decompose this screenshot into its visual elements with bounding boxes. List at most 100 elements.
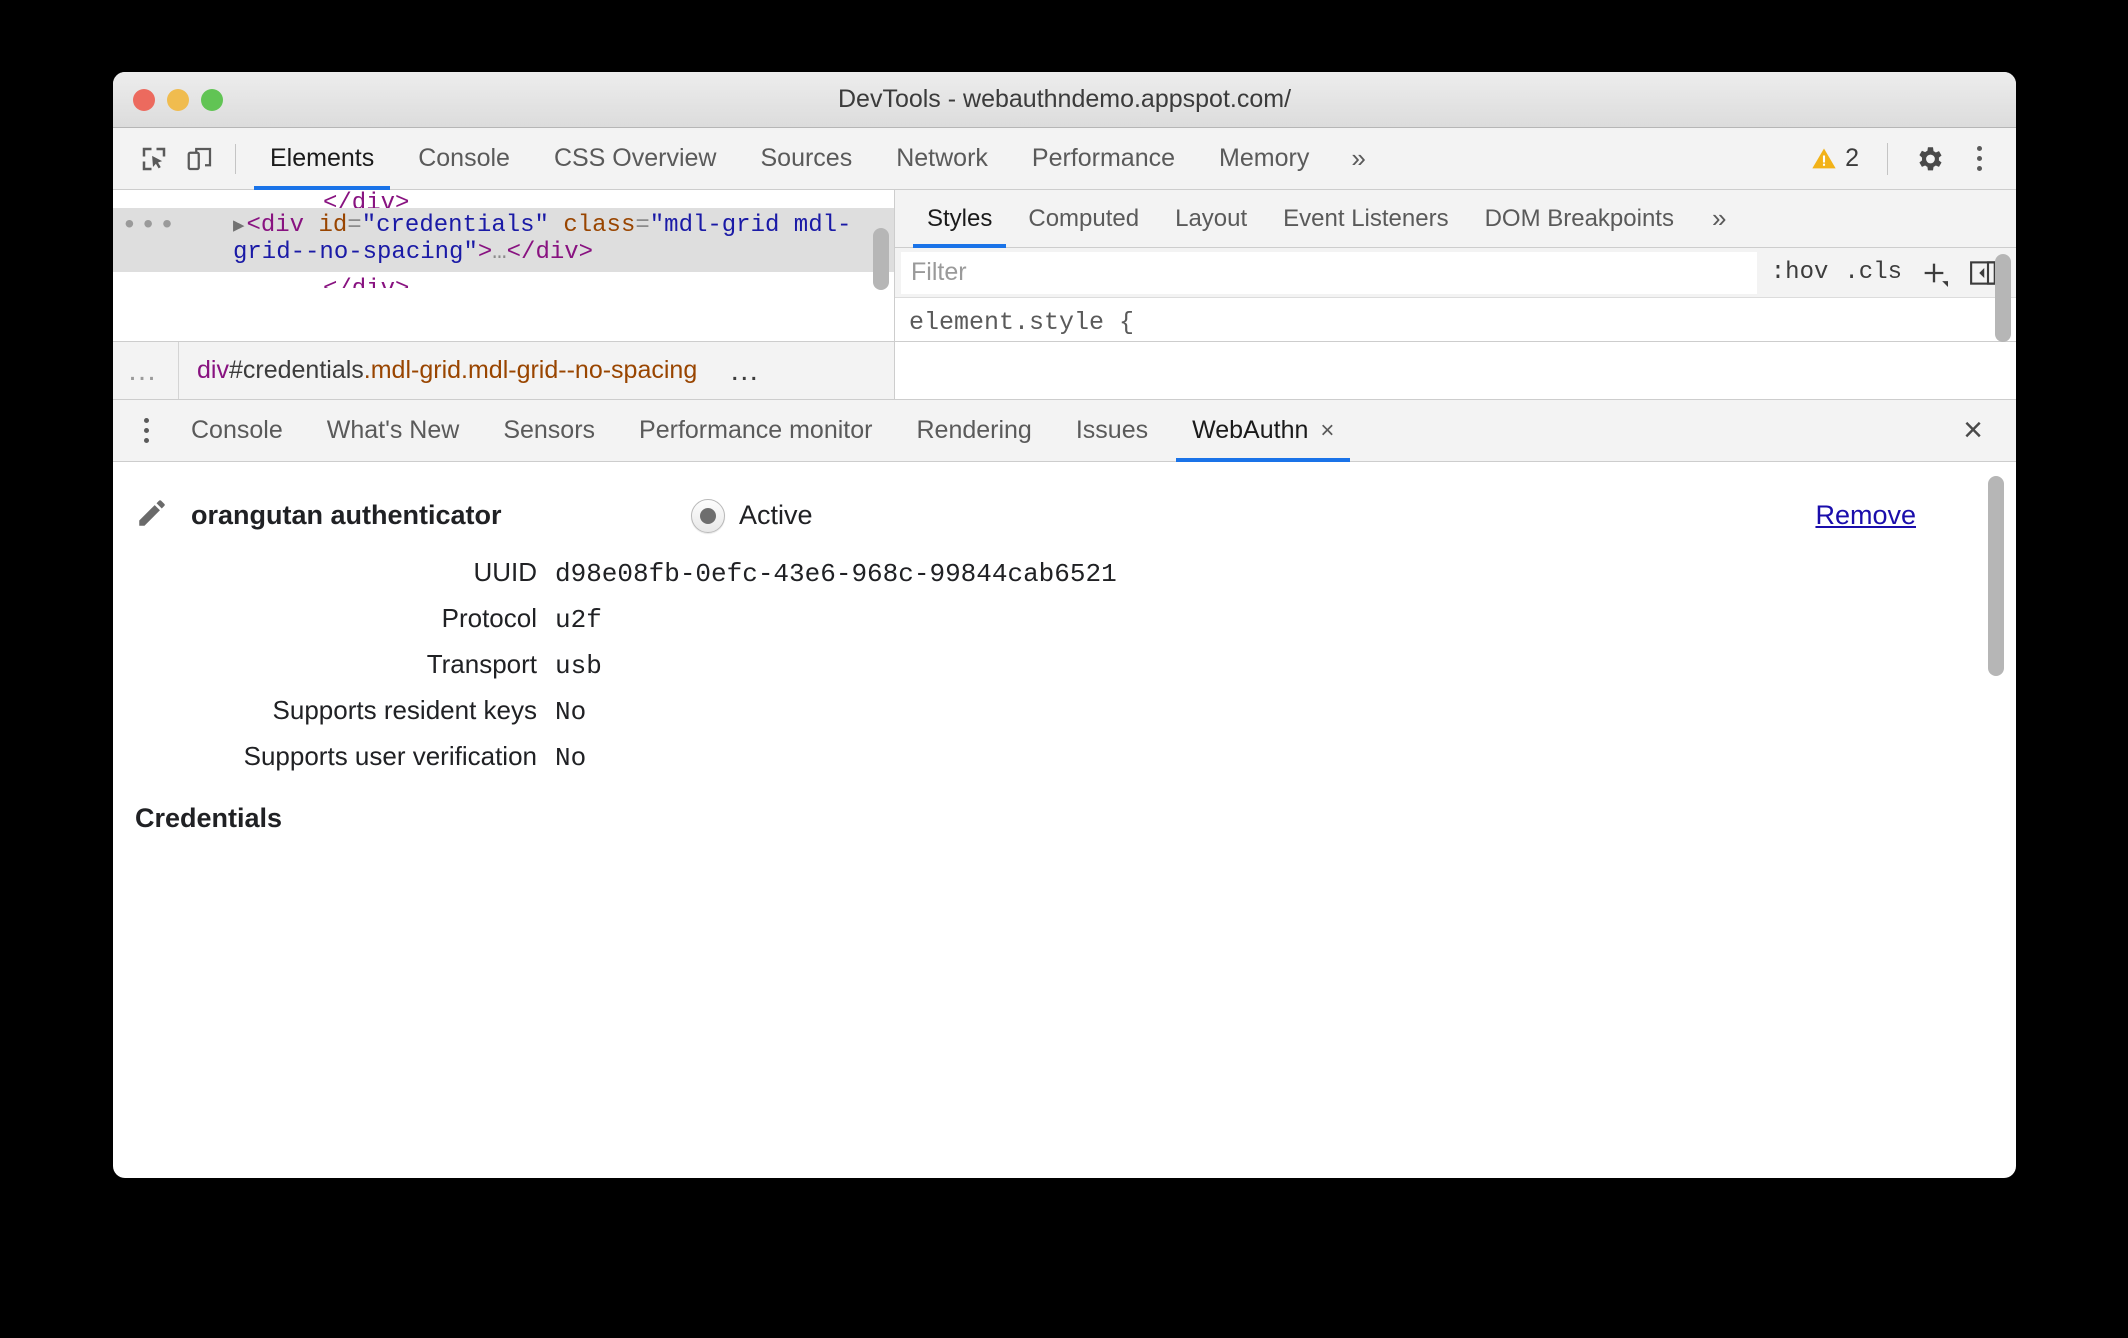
hov-toggle-button[interactable]: :hov: [1763, 259, 1837, 286]
tab-label: CSS Overview: [553, 144, 717, 172]
dom-node-markup: ▶<div id="credentials" class="mdl-grid m…: [233, 212, 894, 266]
drawer-tab-rendering[interactable]: Rendering: [894, 400, 1053, 461]
tab-label: Layout: [1175, 204, 1248, 232]
dom-overflow-dots[interactable]: •••: [113, 211, 233, 266]
styles-sidebar-pane: Styles Computed Layout Event Listeners D…: [895, 190, 2016, 342]
minimize-window-button[interactable]: [167, 88, 189, 111]
dom-attr-class-name: class: [548, 212, 636, 239]
device-toolbar-icon[interactable]: [177, 136, 223, 182]
element-style-rule[interactable]: element.style {: [895, 298, 2016, 341]
active-radio-button[interactable]: [691, 498, 725, 533]
panel-tab-list: Elements Console CSS Overview Sources Ne…: [248, 128, 1386, 190]
drawer-tab-console[interactable]: Console: [169, 400, 305, 461]
tab-computed[interactable]: Computed: [1010, 190, 1157, 247]
breadcrumb-overflow-left[interactable]: …: [113, 342, 179, 399]
dom-line-above: </div>: [323, 190, 410, 208]
breadcrumb-id: #credentials: [228, 356, 364, 384]
tab-memory[interactable]: Memory: [1197, 128, 1331, 189]
tab-layout[interactable]: Layout: [1157, 190, 1265, 247]
window-traffic-lights: [133, 88, 223, 111]
detail-label: UUID: [473, 557, 537, 587]
devtools-main-toolbar: Elements Console CSS Overview Sources Ne…: [113, 128, 2016, 190]
breadcrumb-overflow-right[interactable]: …: [715, 354, 776, 388]
warning-badge[interactable]: 2: [1800, 144, 1869, 173]
warning-count: 2: [1845, 144, 1859, 172]
styles-filter-bar: :hov .cls: [895, 248, 2016, 298]
dom-ellipsis: …: [492, 239, 507, 266]
inspect-element-icon[interactable]: [131, 136, 177, 182]
breadcrumb-tag: div: [197, 356, 229, 384]
dom-vertical-scrollbar[interactable]: [873, 228, 889, 290]
detail-label: Protocol: [441, 603, 537, 633]
pencil-icon[interactable]: [135, 496, 169, 535]
tab-label: Issues: [1075, 416, 1149, 444]
devtools-main-menu-icon[interactable]: [1956, 136, 2002, 182]
drawer-tab-issues[interactable]: Issues: [1054, 400, 1170, 461]
detail-row: Supports user verification No: [135, 741, 2016, 773]
drawer-tab-sensors[interactable]: Sensors: [481, 400, 617, 461]
tab-network[interactable]: Network: [874, 128, 1010, 189]
drawer-menu-icon[interactable]: [123, 408, 169, 454]
dom-eq2: =: [635, 212, 650, 239]
dom-tag-name: div: [260, 212, 305, 239]
detail-label: Supports user verification: [243, 741, 537, 771]
tab-label: Sources: [760, 144, 853, 172]
tab-console[interactable]: Console: [396, 128, 532, 189]
webauthn-vertical-scrollbar[interactable]: [1988, 476, 2004, 676]
detail-row: UUID d98e08fb-0efc-43e6-968c-99844cab652…: [135, 557, 2016, 589]
detail-row: Transport usb: [135, 649, 2016, 681]
tab-styles[interactable]: Styles: [909, 190, 1010, 248]
devtools-window: DevTools - webauthndemo.appspot.com/ Ele…: [113, 72, 2016, 1178]
maximize-window-button[interactable]: [201, 88, 223, 111]
dom-breadcrumb-bar: … div #credentials .mdl-grid.mdl-grid--no-…: [113, 342, 2016, 400]
tab-label: Memory: [1219, 144, 1310, 172]
detail-row: Protocol u2f: [135, 603, 2016, 635]
breadcrumb: … div #credentials .mdl-grid.mdl-grid--no-…: [113, 342, 895, 399]
dom-tree-pane[interactable]: </div> ••• ▶<div id="credentials" class=…: [113, 190, 895, 341]
detail-value: usb: [555, 651, 602, 681]
window-title: DevTools - webauthndemo.appspot.com/: [837, 85, 1292, 113]
active-radio-group-1[interactable]: Active: [691, 498, 813, 533]
detail-value: No: [555, 743, 587, 773]
tab-label: Console: [191, 416, 283, 444]
dom-closing-tag: </div>: [506, 239, 594, 266]
elements-styles-split: </div> ••• ▶<div id="credentials" class=…: [113, 190, 2016, 342]
dom-eq: =: [347, 212, 362, 239]
styles-filter-input[interactable]: [901, 251, 1757, 294]
dom-selected-node[interactable]: ••• ▶<div id="credentials" class="mdl-gr…: [113, 208, 894, 272]
more-panels-chevron-icon[interactable]: »: [1331, 143, 1385, 174]
detail-value: No: [555, 697, 587, 727]
tab-performance[interactable]: Performance: [1010, 128, 1197, 189]
tab-event-listeners[interactable]: Event Listeners: [1265, 190, 1466, 247]
tab-elements[interactable]: Elements: [248, 128, 396, 190]
drawer-tab-webauthn[interactable]: WebAuthn ×: [1170, 400, 1356, 462]
styles-vertical-scrollbar[interactable]: [1995, 254, 2011, 342]
gear-icon[interactable]: [1906, 136, 1952, 182]
tab-css-overview[interactable]: CSS Overview: [532, 128, 739, 189]
expand-triangle-icon[interactable]: ▶: [233, 215, 244, 237]
detail-label: Transport: [426, 649, 537, 679]
close-drawer-icon[interactable]: ×: [1944, 402, 2002, 460]
breadcrumb-classes: .mdl-grid.mdl-grid--no-spacing: [363, 356, 698, 384]
close-tab-icon[interactable]: ×: [1320, 417, 1334, 445]
tab-sources[interactable]: Sources: [739, 128, 875, 189]
close-window-button[interactable]: [133, 88, 155, 111]
tab-dom-breakpoints[interactable]: DOM Breakpoints: [1467, 190, 1692, 247]
cls-toggle-button[interactable]: .cls: [1836, 259, 1910, 286]
authenticator-name: orangutan authenticator: [191, 500, 502, 530]
tab-label: Event Listeners: [1283, 204, 1449, 232]
tab-label: Styles: [927, 204, 993, 232]
tab-label: Performance: [1031, 144, 1176, 172]
dom-attr-id-value: "credentials": [361, 212, 549, 239]
remove-authenticator-link[interactable]: Remove: [1815, 500, 1916, 531]
breadcrumb-item-div-credentials[interactable]: div #credentials .mdl-grid.mdl-grid--no-sp…: [179, 356, 715, 385]
drawer-tab-performance-monitor[interactable]: Performance monitor: [617, 400, 894, 461]
styles-tab-list: Styles Computed Layout Event Listeners D…: [895, 190, 2016, 248]
dom-line-below: </div>: [113, 272, 894, 288]
drawer-tab-whats-new[interactable]: What's New: [305, 400, 482, 461]
tab-label: Sensors: [503, 416, 596, 444]
plus-icon[interactable]: [1910, 259, 1958, 287]
more-styles-tabs-chevron-icon[interactable]: »: [1692, 203, 1746, 234]
tab-label: Elements: [270, 144, 375, 172]
tab-label: WebAuthn: [1192, 416, 1309, 444]
